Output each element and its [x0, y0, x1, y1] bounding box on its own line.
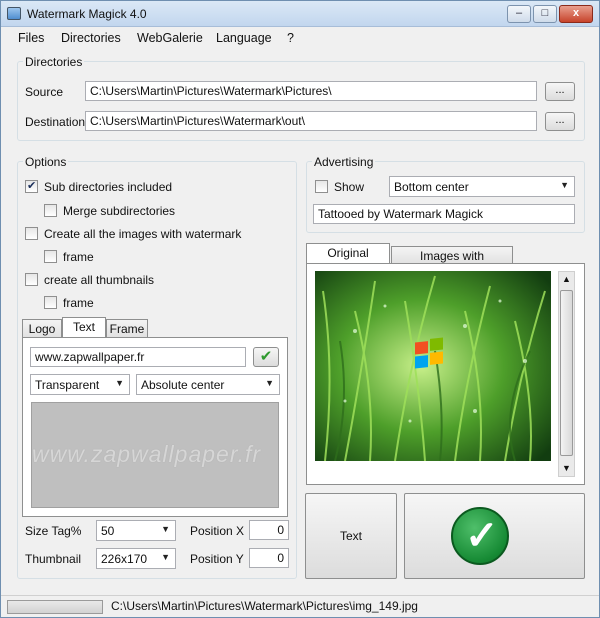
destination-label: Destination	[25, 115, 86, 129]
source-label: Source	[25, 85, 64, 99]
original-image-preview	[315, 271, 551, 461]
watermark-position-value: Absolute center	[141, 378, 225, 392]
chevron-down-icon: ▼	[115, 378, 124, 388]
scroll-down-icon[interactable]: ▼	[562, 463, 571, 473]
frame-thumbnail-label: frame	[63, 296, 94, 310]
position-x-input[interactable]: 0	[249, 520, 289, 540]
image-scrollbar[interactable]: ▲ ▼	[558, 271, 575, 477]
create-watermark-checkbox[interactable]	[25, 227, 38, 240]
size-tag-value: 50	[101, 524, 115, 538]
scroll-up-icon[interactable]: ▲	[562, 274, 571, 284]
frame-watermark-label: frame	[63, 250, 94, 264]
sub-directories-checkbox[interactable]	[25, 179, 38, 193]
close-button[interactable]: x	[559, 5, 593, 23]
position-y-label: Position Y	[190, 552, 244, 566]
merge-subdirectories-label: Merge subdirectories	[63, 204, 176, 218]
show-advertising-label: Show	[334, 180, 365, 194]
position-y-input[interactable]: 0	[249, 548, 289, 568]
thumbnail-select[interactable]: 226x170 ▼	[96, 548, 176, 569]
create-thumbnails-label: create all thumbnails	[44, 273, 155, 287]
chevron-down-icon: ▼	[161, 552, 170, 562]
advertising-position-select[interactable]: Bottom center ▼	[389, 176, 575, 197]
minimize-button[interactable]: –	[507, 5, 531, 23]
watermark-preview: www.zapwallpaper.fr	[31, 402, 279, 508]
menu-files[interactable]: Files	[18, 31, 44, 45]
source-browse-button[interactable]: ...	[545, 82, 575, 101]
watermark-preview-text: www.zapwallpaper.fr	[32, 441, 262, 467]
advertising-position-value: Bottom center	[394, 180, 469, 194]
create-thumbnails-checkbox[interactable]	[25, 273, 38, 286]
directories-label: Directories	[23, 55, 85, 69]
size-tag-label: Size Tag%	[25, 524, 82, 538]
text-button[interactable]: Text	[305, 493, 397, 579]
checkmark-icon: ✔	[259, 348, 273, 365]
maximize-button[interactable]: □	[533, 5, 557, 23]
tab-frame[interactable]: Frame	[106, 319, 148, 338]
tab-text[interactable]: Text	[62, 317, 106, 338]
tab-logo[interactable]: Logo	[22, 319, 62, 338]
chevron-down-icon: ▼	[560, 180, 569, 190]
watermark-text-input[interactable]: www.zapwallpaper.fr	[30, 347, 246, 367]
thumbnail-value: 226x170	[101, 552, 148, 566]
chevron-down-icon: ▼	[161, 524, 170, 534]
main-window: Watermark Magick 4.0 – □ x Files Directo…	[0, 0, 600, 618]
title-bar: Watermark Magick 4.0 – □ x	[1, 1, 599, 27]
destination-input[interactable]: C:\Users\Martin\Pictures\Watermark\out\	[85, 111, 537, 131]
progress-bar	[7, 600, 103, 614]
position-x-label: Position X	[190, 524, 245, 538]
watermark-position-select[interactable]: Absolute center ▼	[136, 374, 280, 395]
show-advertising-checkbox[interactable]	[315, 180, 328, 193]
apply-text-button[interactable]: ✔	[253, 347, 279, 367]
sub-directories-label: Sub directories included	[44, 180, 173, 194]
transparency-value: Transparent	[35, 378, 100, 392]
destination-browse-button[interactable]: ...	[545, 112, 575, 131]
menu-language[interactable]: Language	[216, 31, 272, 45]
advertising-label: Advertising	[312, 155, 376, 169]
chevron-down-icon: ▼	[265, 378, 274, 388]
menu-directories[interactable]: Directories	[61, 31, 121, 45]
tab-original-images[interactable]: Original Images	[306, 243, 390, 278]
create-watermark-label: Create all the images with watermark	[44, 227, 242, 241]
menu-help[interactable]: ?	[287, 31, 294, 45]
thumbnail-label: Thumbnail	[25, 552, 82, 566]
frame-watermark-checkbox[interactable]	[44, 250, 57, 263]
advertising-text-input[interactable]: Tattooed by Watermark Magick	[313, 204, 575, 224]
frame-thumbnail-checkbox[interactable]	[44, 296, 57, 309]
status-path: C:\Users\Martin\Pictures\Watermark\Pictu…	[111, 599, 418, 613]
window-title: Watermark Magick 4.0	[27, 7, 147, 21]
transparency-select[interactable]: Transparent ▼	[30, 374, 130, 395]
app-icon	[7, 7, 21, 20]
source-input[interactable]: C:\Users\Martin\Pictures\Watermark\Pictu…	[85, 81, 537, 101]
menu-webgalerie[interactable]: WebGalerie	[137, 31, 203, 45]
checkmark-icon[interactable]: ✓	[451, 507, 509, 565]
scrollbar-thumb[interactable]	[560, 290, 573, 456]
size-tag-select[interactable]: 50 ▼	[96, 520, 176, 541]
status-bar: C:\Users\Martin\Pictures\Watermark\Pictu…	[1, 595, 599, 617]
options-label: Options	[23, 155, 69, 169]
menu-bar: Files Directories WebGalerie Language ?	[1, 27, 599, 49]
merge-subdirectories-checkbox[interactable]	[44, 204, 57, 217]
